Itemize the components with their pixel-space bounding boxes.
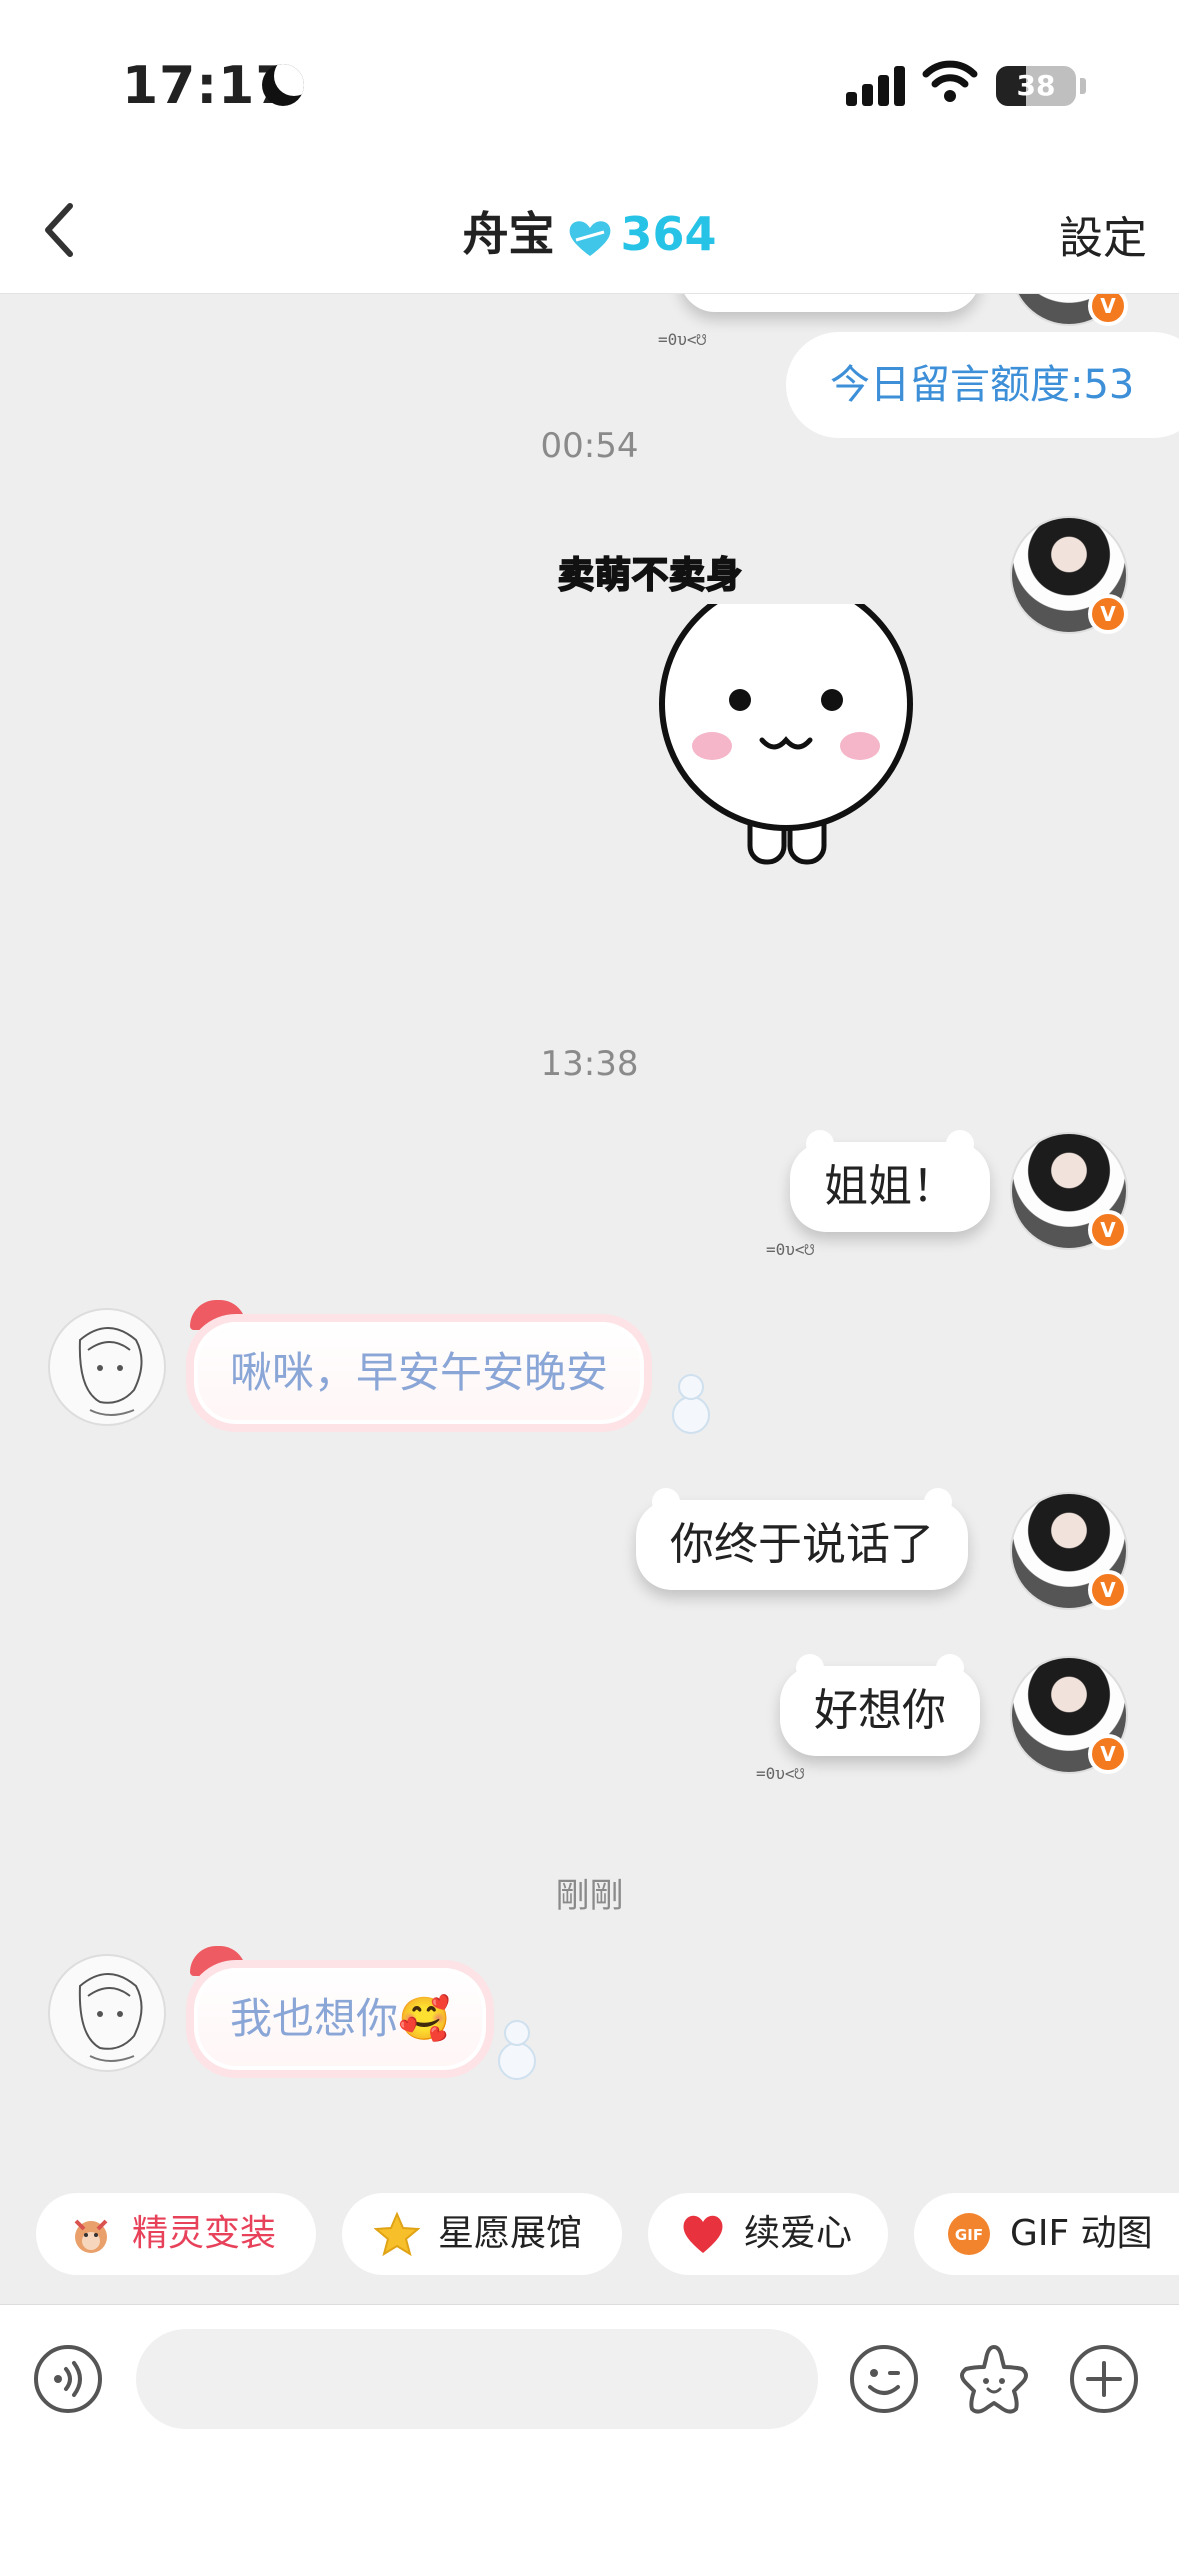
my-avatar[interactable]: V (1010, 1656, 1128, 1774)
add-plus-icon[interactable] (1068, 2343, 1140, 2415)
chip-label: GIF 动图 (1010, 2213, 1153, 2254)
star-icon (374, 2211, 420, 2257)
verified-badge-icon: V (1088, 294, 1128, 326)
timestamp: 13:38 (540, 1044, 639, 1084)
chip-star-wish-gallery[interactable]: 星愿展馆 (342, 2193, 622, 2275)
incoming-message[interactable]: 我也想你🥰 (186, 1960, 495, 2078)
outgoing-message[interactable]: 好想你 (780, 1654, 980, 1756)
outgoing-message[interactable]: 你终于说话了 (636, 1488, 968, 1590)
wifi-icon (922, 60, 978, 102)
cellular-signal-icon (846, 64, 906, 106)
intimacy-heart-icon (570, 220, 611, 256)
timestamp: 剛剛 (555, 1876, 624, 1916)
chip-renew-heart[interactable]: 续爱心 (648, 2193, 888, 2275)
chat-messages[interactable]: V =0υ<☋ 今日留言额度:53 00:54 V 卖萌不卖身 13:38 V … (0, 294, 1179, 2204)
incoming-message[interactable]: 啾咪，早安午安晚安 (186, 1314, 653, 1432)
intimacy-score: 364 (620, 207, 717, 261)
verified-badge-icon: V (1088, 1570, 1128, 1610)
chip-label: 续爱心 (744, 2213, 853, 2254)
status-bar: 17:17 38 (0, 0, 1179, 170)
chat-title[interactable]: 舟宝 364 (0, 198, 1179, 264)
settings-button[interactable]: 設定 (1059, 202, 1147, 266)
timestamp: 00:54 (540, 426, 639, 466)
message-bubble-clipped[interactable] (680, 294, 980, 312)
read-receipt: =0υ<☋ (766, 1240, 815, 1259)
my-avatar[interactable]: V (1010, 1132, 1128, 1250)
svg-text:GIF: GIF (955, 2226, 983, 2244)
verified-badge-icon: V (1088, 1734, 1128, 1774)
moon-icon (262, 64, 304, 106)
outgoing-message[interactable]: 姐姐！ (790, 1130, 990, 1232)
chip-elf-costume[interactable]: 精灵变装 (36, 2193, 316, 2275)
contact-name: 舟宝 (462, 207, 555, 261)
chip-label: 精灵变装 (132, 2213, 277, 2254)
gif-icon: GIF (948, 2213, 990, 2255)
read-receipt: =0υ<☋ (756, 1764, 805, 1783)
sticker-star-icon[interactable] (956, 2341, 1032, 2417)
monkey-costume-icon (74, 2219, 108, 2253)
message-quota-bubble: 今日留言额度:53 (786, 332, 1179, 438)
quick-action-bar: 精灵变装 星愿展馆 续爱心 GIF GIF 动图 (0, 2185, 1179, 2305)
chip-gif[interactable]: GIF GIF 动图 (914, 2193, 1179, 2275)
my-avatar[interactable]: V (1010, 516, 1128, 634)
sticker-caption: 卖萌不卖身 (557, 554, 744, 597)
nav-bar: 舟宝 364 設定 (0, 170, 1179, 294)
my-avatar[interactable]: V (1010, 1492, 1128, 1610)
read-receipt: =0υ<☋ (658, 330, 707, 349)
snowman-decoration (494, 2020, 540, 2082)
battery-tip (1080, 78, 1086, 94)
battery-icon: 38 (996, 66, 1076, 106)
verified-badge-icon: V (1088, 1210, 1128, 1250)
snowman-decoration (668, 1374, 714, 1436)
emoji-icon[interactable] (848, 2343, 920, 2415)
contact-avatar[interactable] (48, 1954, 166, 2072)
input-bar (0, 2304, 1179, 2556)
contact-avatar[interactable] (48, 1308, 166, 1426)
chip-label: 星愿展馆 (438, 2213, 583, 2254)
message-input[interactable] (136, 2329, 818, 2429)
voice-icon[interactable] (32, 2343, 104, 2415)
battery-level: 38 (1016, 69, 1056, 102)
verified-badge-icon: V (1088, 594, 1128, 634)
heart-icon (683, 2215, 723, 2253)
sticker-image[interactable] (640, 604, 940, 924)
my-avatar[interactable]: V (1010, 294, 1128, 326)
